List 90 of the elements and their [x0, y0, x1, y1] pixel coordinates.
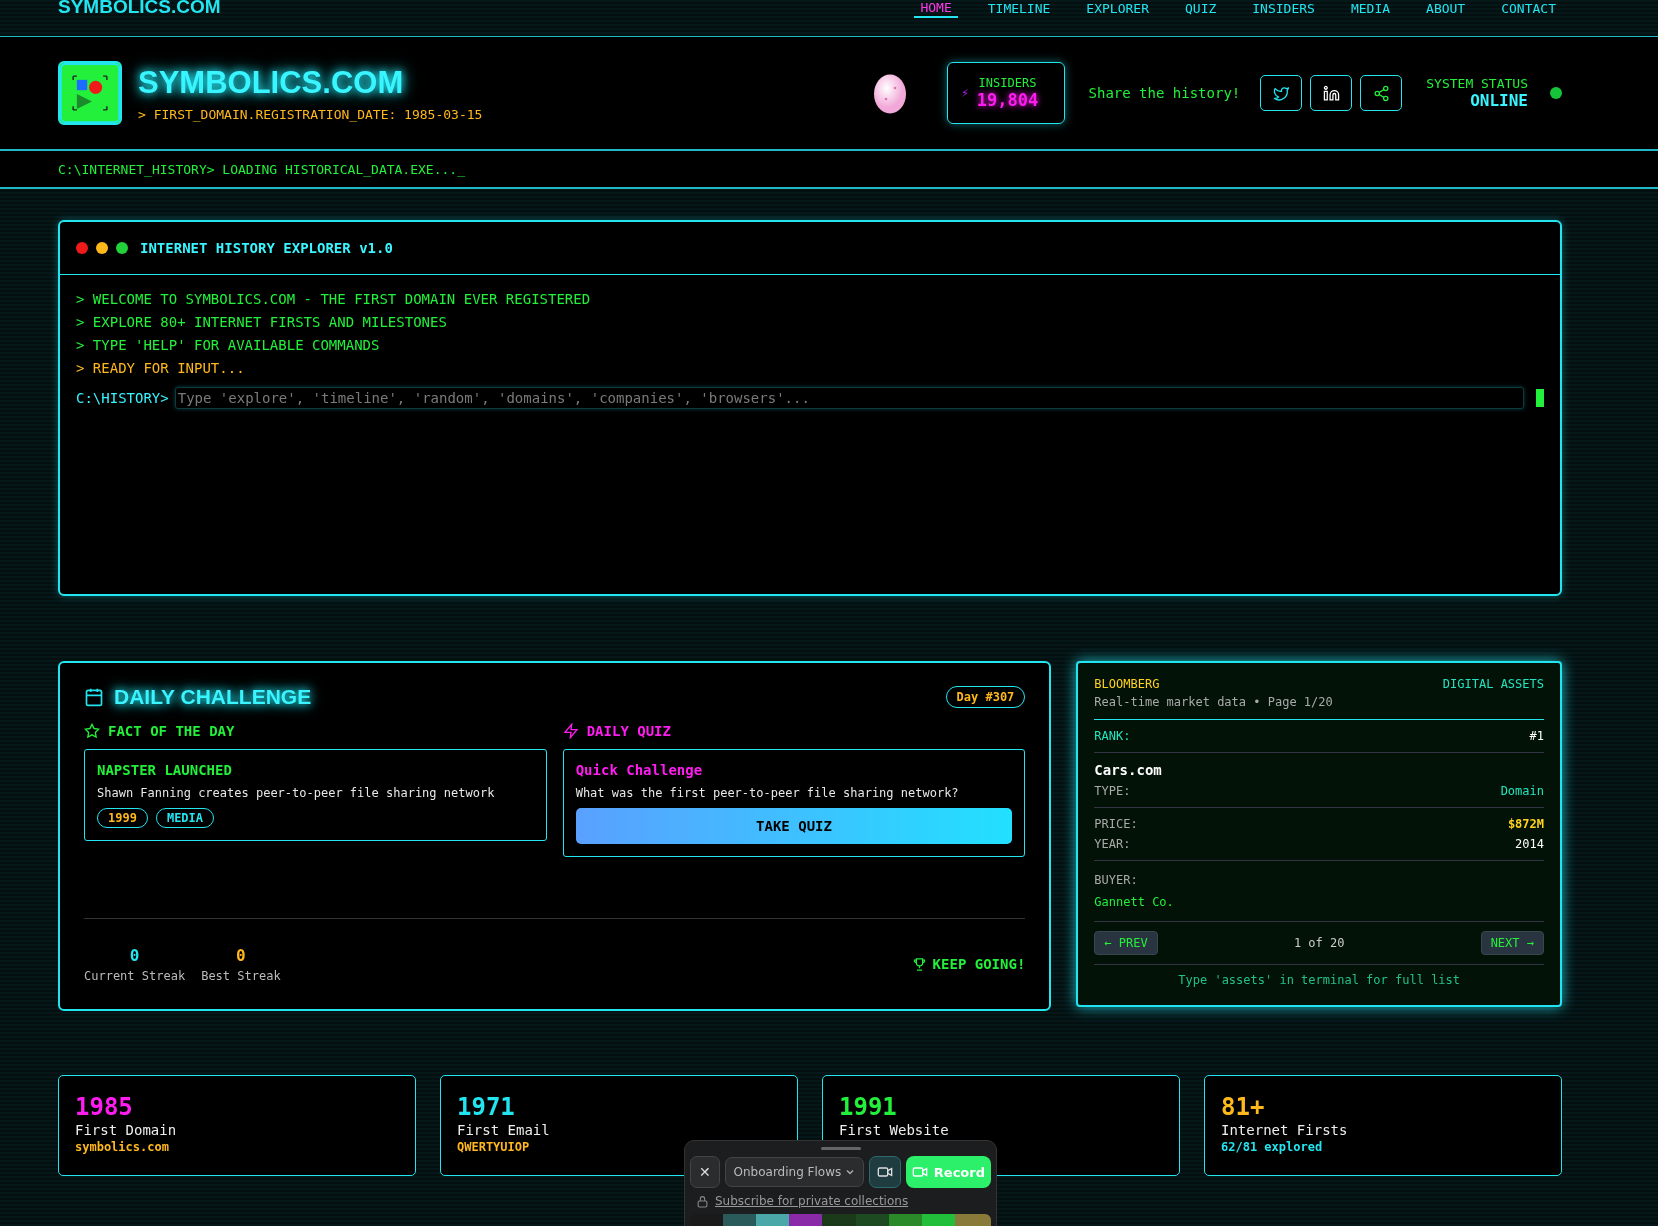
terminal-title: INTERNET HISTORY EXPLORER v1.0 — [140, 240, 393, 256]
field-label: YEAR: — [1094, 837, 1131, 851]
twitter-share-button[interactable] — [1260, 75, 1303, 111]
nav-link[interactable]: ABOUT — [1420, 0, 1472, 18]
logo-icon — [58, 61, 122, 125]
fact-text: Shawn Fanning creates peer-to-peer file sharing network — [97, 786, 496, 800]
stat-note: 62/81 explored — [1221, 1140, 1324, 1154]
star-icon — [84, 723, 100, 739]
quiz-question: What was the first peer-to-peer file sharing network? — [575, 786, 960, 800]
insiders-count: 19,804 — [976, 90, 1039, 110]
streak-count: 0 — [129, 945, 140, 965]
terminal-line: > TYPE 'HELP' FOR AVAILABLE COMMANDS — [76, 337, 381, 353]
stat-label: First Email — [457, 1122, 551, 1138]
share-button[interactable] — [1360, 75, 1403, 111]
nav-link[interactable]: HOME — [914, 0, 958, 18]
stat-label: Internet Firsts — [1221, 1122, 1349, 1138]
command-prompt: C:\HISTORY> — [76, 390, 169, 406]
terminal-line: > EXPLORE 80+ INTERNET FIRSTS AND MILESTONES — [76, 314, 448, 330]
stat-note: symbolics.com — [75, 1140, 170, 1154]
asset-name: Cars.com — [1094, 762, 1163, 778]
site-title: SYMBOLICS.COM — [138, 64, 405, 101]
stat-value: 81+ — [1221, 1094, 1266, 1120]
insiders-icon: ⚡ — [961, 86, 969, 100]
field-label: TYPE: — [1094, 784, 1131, 798]
quiz-title: Quick Challenge — [575, 762, 704, 778]
status-label: SYSTEM STATUS — [1426, 76, 1528, 91]
trophy-icon — [911, 956, 927, 972]
lock-icon — [696, 1194, 709, 1208]
stat-value: 1971 — [457, 1094, 516, 1120]
linkedin-share-button[interactable] — [1310, 75, 1353, 111]
field-label: PRICE: — [1094, 817, 1138, 831]
panel-title: DAILY CHALLENGE — [114, 685, 312, 709]
insiders-label: INSIDERS — [978, 76, 1037, 90]
nav-link[interactable]: QUIZ — [1179, 0, 1223, 18]
video-camera-icon — [911, 1164, 928, 1180]
streak-label: Best Streak — [201, 968, 281, 983]
page-indicator: 1 of 20 — [1293, 936, 1345, 950]
streak-count: 0 — [236, 945, 246, 965]
flow-dropdown[interactable]: Onboarding Flows — [724, 1157, 865, 1187]
status-dot-icon — [1550, 87, 1562, 99]
bird-icon — [1272, 84, 1290, 102]
linkedin-icon — [1322, 84, 1340, 102]
cursor-block — [1536, 389, 1544, 407]
nav-link[interactable]: TIMELINE — [981, 0, 1057, 18]
buyer-value: Gannett Co. — [1094, 895, 1175, 909]
share-icon — [1372, 84, 1390, 102]
prev-button[interactable]: ← PREV — [1094, 931, 1158, 955]
rank-value: #1 — [1529, 729, 1544, 743]
year-value: 2014 — [1515, 837, 1544, 851]
nav-link[interactable]: EXPLORER — [1080, 0, 1155, 18]
streak-label: Current Streak — [84, 968, 186, 983]
drag-handle[interactable] — [820, 1147, 861, 1150]
video-camera-icon — [877, 1164, 894, 1180]
nav-link[interactable]: INSIDERS — [1246, 0, 1321, 18]
hint-text: Type 'assets' in terminal for full list — [1177, 972, 1462, 987]
stat-value: 1991 — [839, 1094, 898, 1120]
next-button[interactable]: NEXT → — [1480, 931, 1544, 955]
nav-link[interactable]: MEDIA — [1344, 0, 1397, 18]
field-label: RANK: — [1094, 729, 1131, 743]
loading-message: C:\INTERNET_HISTORY> LOADING HISTORICAL_DATA.EXE..._ — [58, 161, 465, 177]
camera-button[interactable] — [869, 1156, 901, 1188]
site-logo-text[interactable]: SYMBOLICS.COM — [58, 0, 221, 14]
stat-label: First Website — [839, 1122, 950, 1138]
encouragement-text: KEEP GOING! — [932, 956, 1026, 972]
close-button[interactable]: ✕ — [690, 1156, 720, 1188]
panel-subtitle: Real-time market data • Page 1/20 — [1094, 695, 1544, 720]
command-input[interactable]: Type 'explore', 'timeline', 'random', 'domains', 'companies', 'browsers'... — [174, 387, 1524, 409]
lightning-icon — [562, 723, 579, 739]
fact-title: NAPSTER LAUNCHED — [97, 762, 233, 778]
stat-note: QWERTYUIOP — [457, 1140, 531, 1154]
terminal-line: > READY FOR INPUT... — [76, 360, 246, 376]
chevron-icon — [845, 1167, 856, 1177]
terminal-line: > WELCOME TO SYMBOLICS.COM - THE FIRST DOMAIN EVER REGISTERED — [76, 291, 592, 307]
stat-value: 1985 — [75, 1094, 134, 1120]
stat-label: First Domain — [75, 1122, 178, 1138]
subscribe-link[interactable]: Subscribe for private collections — [715, 1194, 909, 1208]
type-value: Domain — [1500, 784, 1544, 798]
insiders-counter[interactable]: ⚡ INSIDERS 19,804 — [946, 62, 1065, 124]
nav-link[interactable]: CONTACT — [1495, 0, 1562, 18]
section-heading: DAILY QUIZ — [586, 723, 671, 739]
category-label: DIGITAL ASSETS — [1442, 677, 1544, 691]
share-label: Share the history! — [1088, 85, 1241, 101]
price-value: $872M — [1507, 817, 1544, 831]
egg-icon[interactable] — [872, 72, 907, 114]
field-label: BUYER: — [1094, 873, 1139, 887]
take-quiz-button[interactable]: TAKE QUIZ — [575, 808, 1013, 844]
registration-date: > FIRST_DOMAIN.REGISTRATION_DATE: 1985-03-15 — [138, 106, 483, 122]
section-heading: FACT OF THE DAY — [108, 723, 235, 739]
source-label: BLOOMBERG — [1094, 677, 1160, 691]
status-value: ONLINE — [1470, 91, 1528, 110]
